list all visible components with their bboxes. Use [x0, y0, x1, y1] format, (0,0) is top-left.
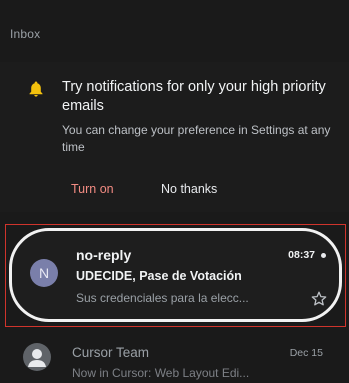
avatar: N	[30, 259, 58, 287]
unread-dot-icon	[321, 253, 326, 258]
turn-on-button[interactable]: Turn on	[71, 182, 114, 196]
email-time: 08:37	[288, 249, 315, 261]
page-title: Inbox	[10, 27, 41, 41]
person-icon	[23, 343, 51, 371]
banner-title: Try notifications for only your high pri…	[62, 79, 326, 114]
email-sender: no-reply	[76, 247, 132, 263]
email-sender: Cursor Team	[72, 345, 150, 360]
star-icon[interactable]	[311, 291, 327, 311]
email-snippet: Now in Cursor: Web Layout Edi...	[72, 366, 250, 380]
email-row-selected[interactable]: N no-reply 08:37 UDECIDE, Pase de Votaci…	[9, 228, 342, 322]
notification-banner: Try notifications for only your high pri…	[0, 62, 349, 212]
email-app-screen: Inbox Try notifications for only your hi…	[0, 0, 349, 383]
email-snippet: Sus credenciales para la elecc...	[76, 291, 249, 305]
banner-description: You can change your preference in Settin…	[62, 123, 331, 154]
no-thanks-button[interactable]: No thanks	[161, 182, 217, 196]
email-subject: UDECIDE, Pase de Votación	[76, 269, 242, 283]
email-time: Dec 15	[289, 347, 323, 359]
bell-icon	[29, 81, 43, 97]
email-row[interactable]: Cursor Team Dec 15 Now in Cursor: Web La…	[0, 332, 349, 383]
